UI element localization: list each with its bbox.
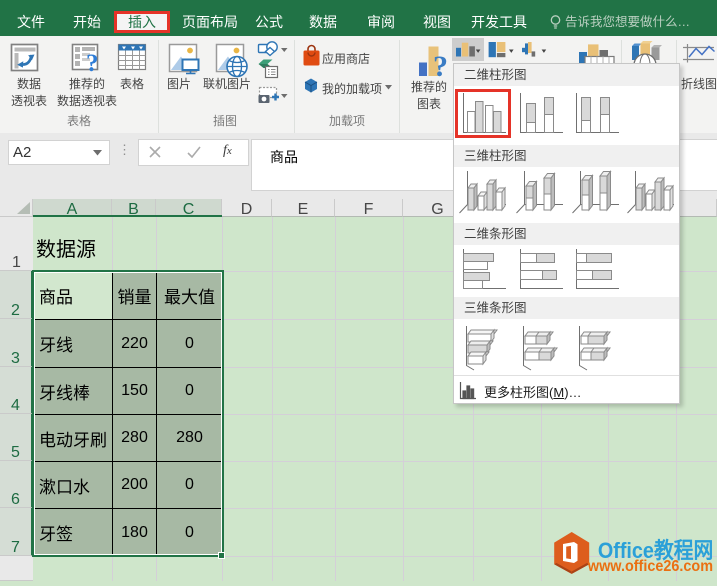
svg-text:?: ? xyxy=(433,50,448,83)
svg-text:?: ? xyxy=(86,50,99,77)
